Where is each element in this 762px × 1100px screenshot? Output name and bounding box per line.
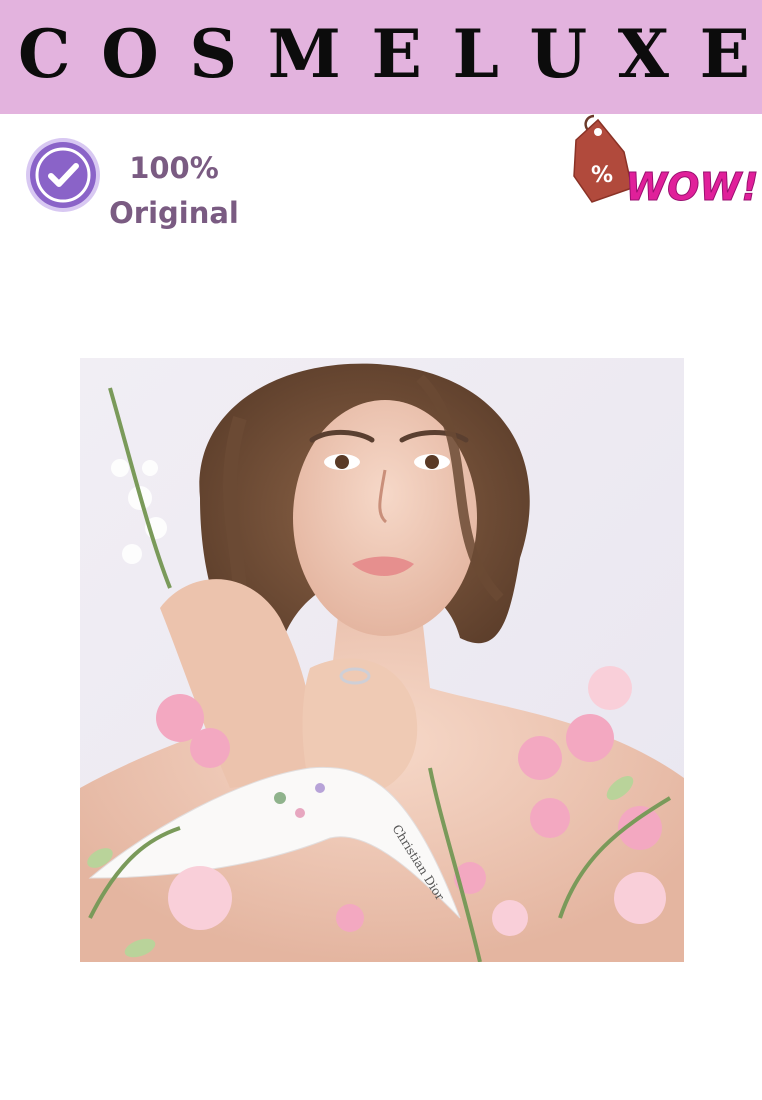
model-with-flowers-photo: Christian Dior <box>80 358 684 962</box>
tag-symbol: % <box>591 163 613 188</box>
hero-photo: Christian Dior <box>80 358 684 962</box>
original-percent: 100% <box>129 151 219 185</box>
brand-letter: S <box>189 15 238 93</box>
brand-letter: U <box>529 15 588 93</box>
brand-letter: C <box>18 15 71 93</box>
brand-letter: M <box>267 15 341 93</box>
original-word: Original <box>109 196 239 230</box>
brand-letter: E <box>371 15 422 93</box>
promo-badge: % WOW! <box>573 114 758 210</box>
original-label: 100% Original <box>104 146 244 236</box>
brand-letter: O <box>101 15 159 93</box>
brand-letter: E <box>699 15 750 93</box>
brand-title: C O S M E L U X E <box>0 0 762 114</box>
check-circle-icon <box>26 138 100 212</box>
price-tag-icon: % <box>573 114 633 203</box>
wow-text: WOW! <box>625 165 758 209</box>
brand-letter: L <box>452 15 499 93</box>
brand-letter: X <box>617 15 669 93</box>
